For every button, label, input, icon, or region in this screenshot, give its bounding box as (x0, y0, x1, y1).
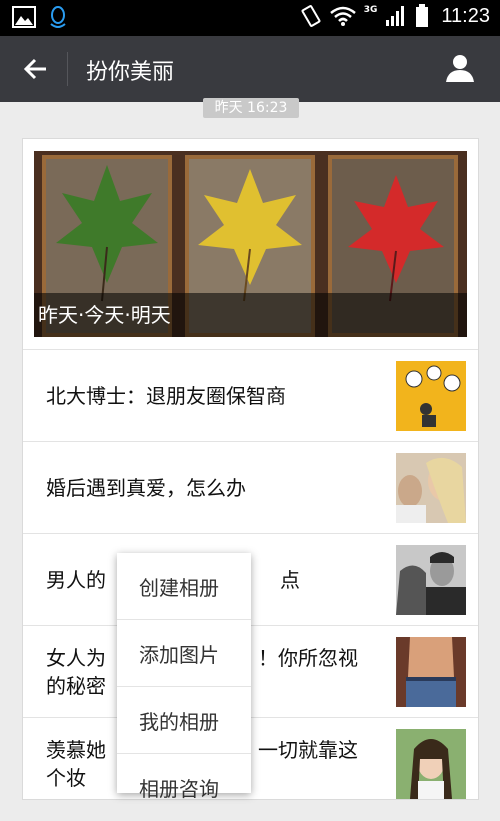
title-divider (67, 52, 68, 86)
hero-image[interactable]: 昨天·今天·明天 (34, 151, 467, 337)
list-item[interactable]: 婚后遇到真爱，怎么办 (23, 441, 478, 534)
menu-item-create-album[interactable]: 创建相册 (117, 553, 251, 620)
message-timestamp: 昨天 16:23 (203, 98, 299, 118)
menu-item-add-image[interactable]: 添加图片 (117, 620, 251, 687)
vibrate-icon (301, 5, 321, 27)
smiling-woman-photo-icon (396, 729, 466, 799)
list-item[interactable]: 北大博士：退朋友圈保智商 (23, 349, 478, 442)
page-title: 扮你美丽 (86, 60, 175, 85)
menu-item-my-album[interactable]: 我的相册 (117, 687, 251, 754)
man-woman-bw-photo-icon (396, 545, 466, 615)
status-bar: 3G 11:23 (0, 0, 500, 36)
title-bar: 扮你美丽 (0, 36, 500, 102)
profile-icon[interactable] (444, 52, 476, 84)
cartoon-illustration-icon (396, 361, 466, 431)
wifi-icon (329, 6, 356, 26)
hero-caption: 昨天·今天·明天 (38, 303, 171, 327)
network-type: 3G (363, 5, 378, 15)
menu-item-album-consult[interactable]: 相册咨询 (117, 754, 251, 821)
couple-photo-icon (396, 453, 466, 523)
list-item-title: 婚后遇到真爱，怎么办 (46, 476, 246, 500)
gallery-icon (12, 6, 36, 28)
clock: 11:23 (441, 4, 490, 27)
waist-jeans-photo-icon (396, 637, 466, 707)
qq-icon (50, 6, 66, 28)
battery-icon (416, 4, 429, 27)
list-item-title: 北大博士：退朋友圈保智商 (46, 384, 286, 408)
back-arrow-icon[interactable] (20, 53, 52, 85)
signal-icon (386, 6, 405, 26)
popup-menu: 创建相册 添加图片 我的相册 相册咨询 (117, 553, 251, 801)
